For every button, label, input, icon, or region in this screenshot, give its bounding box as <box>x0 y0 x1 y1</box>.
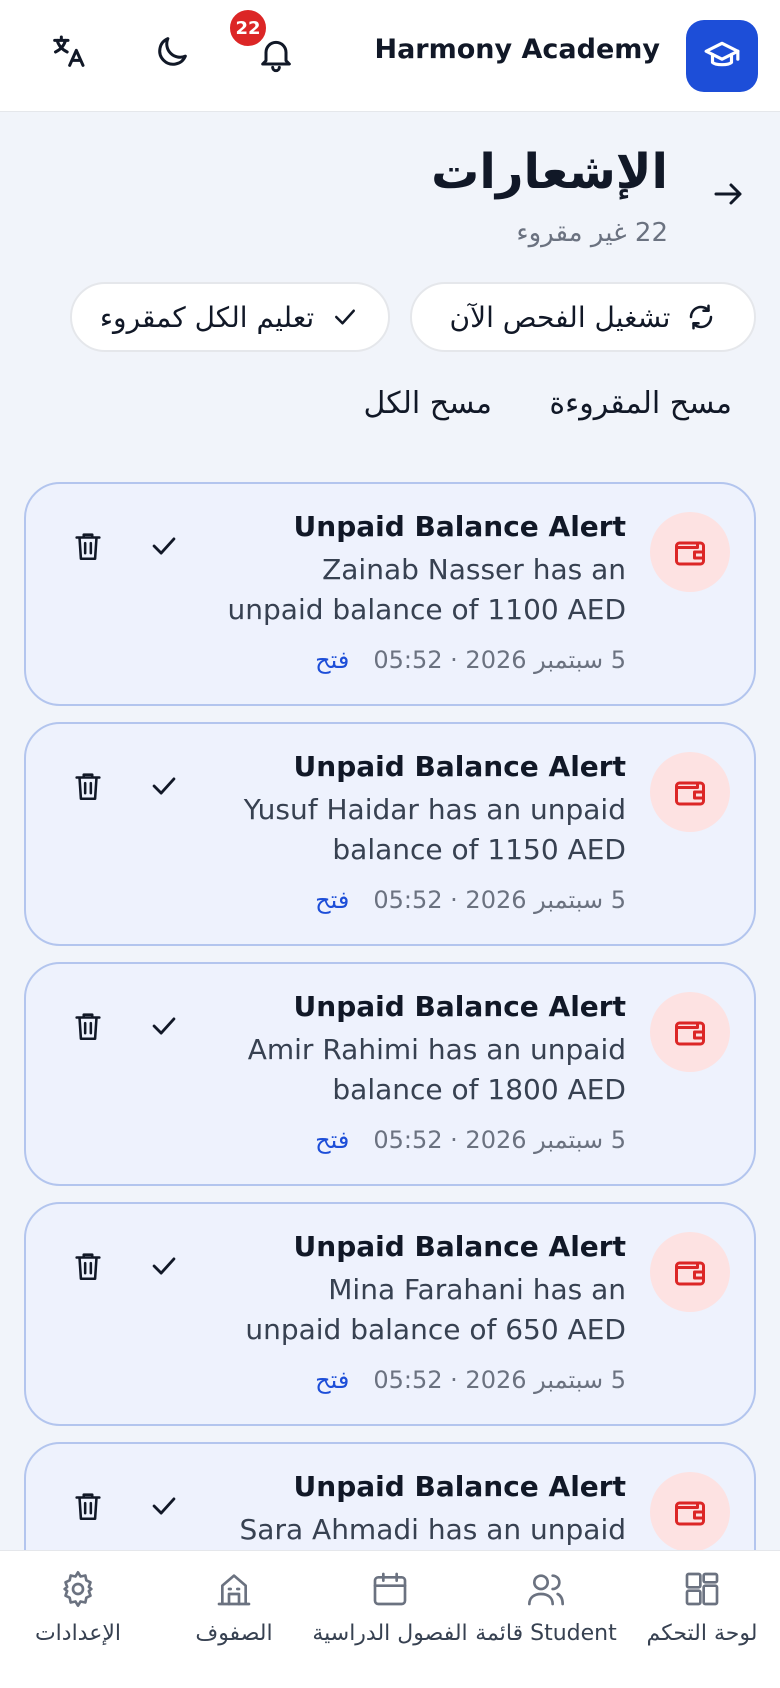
notification-meta: 5 سبتمبر 2026 · 05:52 فتح <box>315 1366 626 1394</box>
notification-meta: 5 سبتمبر 2026 · 05:52 فتح <box>315 1126 626 1154</box>
notification-title: Unpaid Balance Alert <box>293 1230 626 1263</box>
moon-icon[interactable] <box>144 24 200 80</box>
trash-icon[interactable] <box>62 1240 114 1292</box>
mark-read-check-icon[interactable] <box>138 1240 190 1292</box>
mark-read-check-icon[interactable] <box>138 760 190 812</box>
mark-read-check-icon[interactable] <box>138 520 190 572</box>
nav-label: الفصول الدراسية <box>312 1621 468 1646</box>
brand-name: Harmony Academy <box>374 34 660 65</box>
trash-icon[interactable] <box>62 760 114 812</box>
notification-title: Unpaid Balance Alert <box>293 750 626 783</box>
nav-students[interactable]: قائمة Student <box>468 1551 624 1688</box>
notification-title: Unpaid Balance Alert <box>293 1470 626 1503</box>
trash-icon[interactable] <box>62 1000 114 1052</box>
notification-title: Unpaid Balance Alert <box>293 990 626 1023</box>
notification-time: 5 سبتمبر 2026 · 05:52 <box>373 646 626 674</box>
notification-time: 5 سبتمبر 2026 · 05:52 <box>373 1126 626 1154</box>
nav-label: الإعدادات <box>34 1621 122 1646</box>
notification-card[interactable]: Unpaid Balance Alert Zainab Nasser has a… <box>24 482 756 706</box>
trash-icon[interactable] <box>62 520 114 572</box>
open-link[interactable]: فتح <box>315 886 349 914</box>
nav-label: الصفوف <box>195 1621 273 1646</box>
open-link[interactable]: فتح <box>315 1126 349 1154</box>
notification-card[interactable]: Unpaid Balance Alert Yusuf Haidar has an… <box>24 722 756 946</box>
notification-message: Sara Ahmadi has an unpaid <box>239 1513 626 1546</box>
nav-classes[interactable]: الصفوف <box>156 1551 312 1688</box>
notification-time: 5 سبتمبر 2026 · 05:52 <box>373 886 626 914</box>
building-icon <box>217 1574 251 1606</box>
notification-message: Amir Rahimi has an unpaid balance of 180… <box>247 1033 626 1106</box>
top-bar: 22 Harmony Academy <box>0 0 780 112</box>
trash-icon[interactable] <box>62 1480 114 1532</box>
wallet-icon <box>650 1232 730 1312</box>
nav-label: لوحة التحكم <box>646 1621 758 1646</box>
page-title: الإشعارات <box>431 144 668 200</box>
mark-all-read-label: تعليم الكل كمقروء <box>99 300 315 334</box>
bottom-nav: لوحة التحكم قائمة Student الفصول الدراسي… <box>0 1550 780 1688</box>
back-arrow-icon[interactable] <box>706 172 750 216</box>
nav-dashboard[interactable]: لوحة التحكم <box>624 1551 780 1688</box>
refresh-icon <box>690 304 713 330</box>
notification-message: Mina Farahani has an unpaid balance of 6… <box>245 1273 626 1346</box>
users-icon <box>528 1574 564 1606</box>
nav-label: قائمة Student <box>475 1621 617 1646</box>
notification-card[interactable]: Unpaid Balance Alert Amir Rahimi has an … <box>24 962 756 1186</box>
mark-read-check-icon[interactable] <box>138 1480 190 1532</box>
check-icon <box>335 309 356 325</box>
calendar-icon <box>373 1572 407 1606</box>
gear-icon <box>63 1571 93 1607</box>
notification-title: Unpaid Balance Alert <box>293 510 626 543</box>
mark-read-check-icon[interactable] <box>138 1000 190 1052</box>
graduation-cap-icon[interactable] <box>686 20 758 92</box>
wallet-icon <box>650 752 730 832</box>
wallet-icon <box>650 992 730 1072</box>
nav-semesters[interactable]: الفصول الدراسية <box>312 1551 468 1688</box>
notification-count-badge: 22 <box>228 8 268 48</box>
notification-meta: 5 سبتمبر 2026 · 05:52 فتح <box>315 886 626 914</box>
run-scan-button[interactable]: تشغيل الفحص الآن <box>410 282 756 352</box>
open-link[interactable]: فتح <box>315 646 349 674</box>
mark-all-read-button[interactable]: تعليم الكل كمقروء <box>70 282 390 352</box>
notification-meta: 5 سبتمبر 2026 · 05:52 فتح <box>315 646 626 674</box>
notification-message: Yusuf Haidar has an unpaid balance of 11… <box>243 793 626 866</box>
dashboard-icon <box>685 1572 719 1606</box>
notification-card[interactable]: Unpaid Balance Alert Mina Farahani has a… <box>24 1202 756 1426</box>
run-scan-label: تشغيل الفحص الآن <box>449 300 671 334</box>
nav-settings[interactable]: الإعدادات <box>0 1551 156 1688</box>
clear-all-button[interactable]: مسح الكل <box>364 386 493 421</box>
translate-icon[interactable] <box>40 24 96 80</box>
wallet-icon <box>650 512 730 592</box>
notification-message: Zainab Nasser has an unpaid balance of 1… <box>227 553 626 626</box>
unread-count: 22 غير مقروء <box>516 218 668 248</box>
notification-time: 5 سبتمبر 2026 · 05:52 <box>373 1366 626 1394</box>
open-link[interactable]: فتح <box>315 1366 349 1394</box>
clear-read-button[interactable]: مسح المقروءة <box>549 386 732 421</box>
wallet-icon <box>650 1472 730 1552</box>
